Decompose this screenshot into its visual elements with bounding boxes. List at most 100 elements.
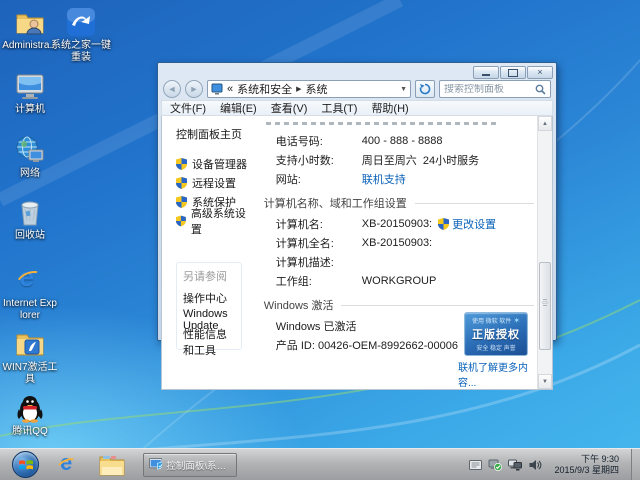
menu-file[interactable]: 文件(F)	[170, 100, 206, 116]
navigation-bar: ◄ ► « 系统和安全 ▶ 系统 ▼	[161, 79, 553, 100]
learn-more-online-link[interactable]: 联机了解更多内容...	[458, 359, 534, 389]
badge-bottom-text: 安全 稳定 声誉	[476, 343, 515, 352]
sidebar-item-control-panel-home[interactable]: 控制面板主页	[176, 126, 250, 142]
activation-section-header: Windows 激活	[264, 297, 534, 313]
product-id-row: 产品 ID: 00426-OEM-8992662-00006	[264, 335, 458, 354]
desktop-icon-computer[interactable]: 计算机	[2, 70, 58, 116]
activation-block: Windows 已激活 产品 ID: 00426-OEM-8992662-000…	[264, 316, 534, 389]
show-desktop-button[interactable]	[631, 449, 640, 480]
row-label: 电话号码:	[276, 133, 362, 149]
badge-top-text: 使用 微软 软件	[472, 316, 511, 325]
sidebar-item-windows-update[interactable]: Windows Update	[183, 308, 235, 326]
scrollbar-track[interactable]	[538, 131, 552, 374]
scroll-down-arrow[interactable]: ▼	[538, 374, 552, 389]
network-status-icon[interactable]	[508, 458, 522, 472]
section-title: Windows 激活	[264, 297, 334, 313]
computer-row-name: 计算机名: XB-20150903: 更改设置	[264, 214, 534, 233]
uac-shield-icon	[438, 218, 449, 230]
menu-bar: 文件(F) 编辑(E) 查看(V) 工具(T) 帮助(H)	[161, 100, 553, 116]
sidebar-item-action-center[interactable]: 操作中心	[183, 290, 235, 308]
desktop-icon-network[interactable]: 网络	[2, 134, 58, 180]
desktop-icon-tencent-qq[interactable]: 腾讯QQ	[2, 392, 58, 438]
desktop-icon-internet-explorer[interactable]: e Internet Explorer	[2, 264, 58, 322]
taskbar-internet-explorer[interactable]: e	[53, 452, 83, 478]
row-label: 计算机名:	[276, 216, 362, 232]
network-globe-icon	[14, 134, 46, 166]
change-settings-link[interactable]: 更改设置	[452, 216, 496, 232]
activation-status-row: Windows 已激活	[264, 316, 458, 335]
refresh-button[interactable]	[415, 80, 435, 98]
internet-explorer-icon: e	[57, 454, 79, 476]
system-breadcrumb-icon	[211, 83, 223, 95]
search-input[interactable]	[444, 84, 532, 95]
search-box[interactable]	[439, 80, 551, 98]
sidebar: 控制面板主页 设备管理器 远程设置 系统保护 高级系统设置	[162, 116, 250, 389]
user-folder-icon	[14, 6, 46, 38]
desktop-icon-label: 计算机	[15, 104, 45, 116]
uac-shield-icon	[176, 196, 187, 208]
desktop-icon-label: 网络	[20, 168, 40, 180]
scrollbar-thumb[interactable]	[539, 262, 551, 349]
desktop-icon-recycle-bin[interactable]: 回收站	[2, 196, 58, 242]
row-label: 支持小时数:	[276, 152, 362, 168]
qq-penguin-icon	[14, 392, 46, 424]
desktop-icon-win7-activation-tool[interactable]: WIN7激活工具	[2, 328, 58, 386]
row-label: 工作组:	[276, 273, 362, 289]
window-titlebar[interactable]: ×	[161, 63, 553, 79]
breadcrumb-system-security[interactable]: 系统和安全	[237, 81, 292, 97]
menu-tools[interactable]: 工具(T)	[321, 100, 357, 116]
taskbar-windows-explorer[interactable]	[97, 452, 127, 478]
back-button[interactable]: ◄	[163, 80, 181, 98]
desktop-icon-label: WIN7激活工具	[2, 362, 58, 386]
windows-flag-icon	[18, 457, 34, 473]
menu-help[interactable]: 帮助(H)	[371, 100, 408, 116]
uac-shield-icon	[176, 158, 187, 170]
clock-date: 2015/9/3 星期四	[554, 465, 619, 476]
sidebar-item-remote-settings[interactable]: 远程设置	[176, 173, 250, 192]
sidebar-item-advanced-system-settings[interactable]: 高级系统设置	[176, 211, 250, 230]
address-dropdown-icon[interactable]: ▼	[400, 86, 407, 93]
safely-remove-hardware-icon[interactable]	[488, 458, 502, 472]
sidebar-item-label: 设备管理器	[192, 156, 247, 172]
volume-icon[interactable]	[528, 458, 542, 472]
menu-view[interactable]: 查看(V)	[271, 100, 308, 116]
clock-time: 下午 9:30	[554, 454, 619, 465]
activation-status: Windows 已激活	[276, 318, 357, 334]
desktop-icon-system-home-reinstall[interactable]: 系统之家一键重装	[50, 6, 112, 64]
desktop-icon-label: 系统之家一键重装	[51, 40, 111, 64]
refresh-icon	[419, 83, 431, 95]
address-bar[interactable]: « 系统和安全 ▶ 系统 ▼	[207, 80, 411, 98]
input-method-icon[interactable]	[468, 458, 482, 472]
maximize-button[interactable]	[500, 66, 526, 79]
row-label: 计算机全名:	[276, 235, 362, 251]
support-row-website: 网站: 联机支持	[264, 169, 534, 188]
start-button[interactable]	[12, 451, 39, 478]
sidebar-item-label: 远程设置	[192, 175, 236, 191]
taskbar-clock[interactable]: 下午 9:30 2015/9/3 星期四	[554, 454, 619, 476]
taskbar: e 控制面板\系统和... 下午 9:30 2015/9/3 星	[0, 448, 640, 480]
breadcrumb-system[interactable]: 系统	[306, 81, 328, 97]
sidebar-item-label: 高级系统设置	[191, 205, 250, 237]
chevron-double-icon[interactable]: «	[227, 83, 233, 95]
uac-shield-icon	[176, 215, 186, 227]
taskbar-window-button-control-panel[interactable]: 控制面板\系统和...	[143, 453, 237, 477]
online-support-link[interactable]: 联机支持	[362, 171, 406, 187]
clipped-row-remnant	[266, 122, 496, 125]
desktop-icon-label: Internet Explorer	[2, 298, 58, 322]
minimize-button[interactable]	[473, 66, 499, 79]
internet-explorer-icon: e	[14, 264, 46, 296]
close-button[interactable]: ×	[527, 66, 553, 79]
desktop: Administra... 系统之家一键重装 计算机 网络 回收站 e Inte…	[0, 0, 640, 480]
menu-edit[interactable]: 编辑(E)	[220, 100, 257, 116]
support-row-hours: 支持小时数: 周日至周六 24小时服务	[264, 150, 534, 169]
scroll-up-arrow[interactable]: ▲	[538, 116, 552, 131]
row-label: 网站:	[276, 171, 362, 187]
row-value: 400 - 888 - 8888	[362, 135, 443, 147]
row-value: WORKGROUP	[362, 275, 437, 287]
vertical-scrollbar[interactable]: ▲ ▼	[537, 116, 552, 389]
computer-row-fullname: 计算机全名: XB-20150903:	[264, 233, 534, 252]
forward-button[interactable]: ►	[185, 80, 203, 98]
sidebar-item-performance-tools[interactable]: 性能信息和工具	[183, 326, 235, 344]
sidebar-item-device-manager[interactable]: 设备管理器	[176, 154, 250, 173]
section-rule	[415, 203, 534, 204]
